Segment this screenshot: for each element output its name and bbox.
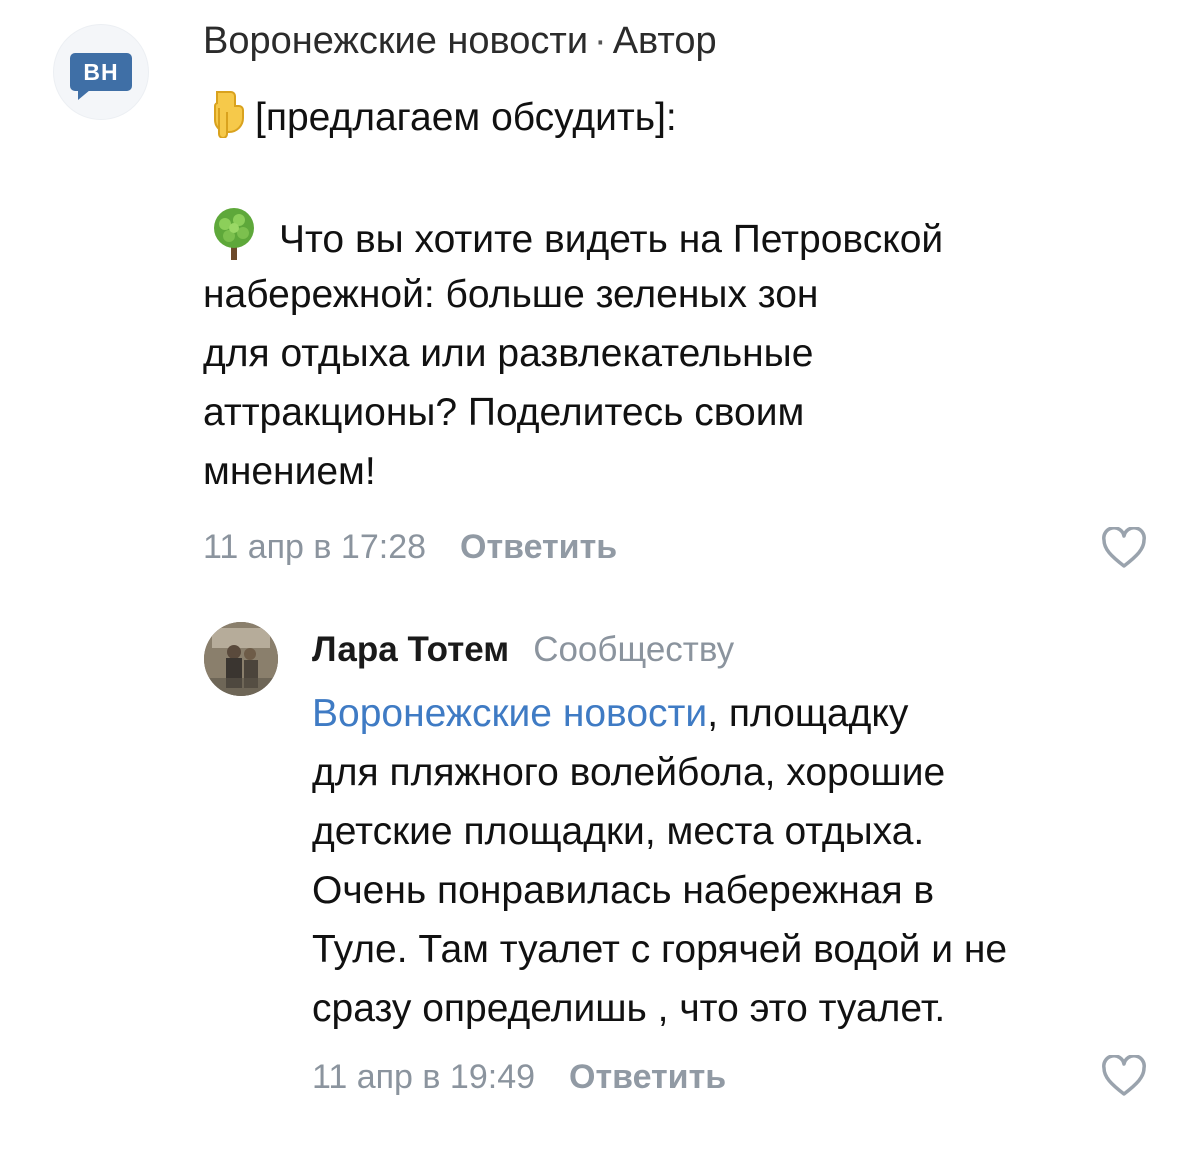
comment-text: Воронежские новости, площадку для пляжно… — [312, 684, 1172, 1038]
comment-line: сразу определишь , что это туалет. — [312, 987, 946, 1030]
comment-line: Туле. Там туалет с горячей водой и не — [312, 928, 1008, 971]
comment-line: аттракционы? Поделитесь своим — [203, 391, 805, 434]
author-name[interactable]: Лара Тотем — [312, 630, 509, 669]
author-name[interactable]: Воронежские новости — [203, 20, 588, 62]
comment-line: для отдыха или развлекательные — [203, 332, 814, 375]
comment-meta: 11 апр в 17:28 Ответить — [203, 528, 617, 567]
comment-header: Лара Тотем Сообществу — [312, 630, 734, 670]
heart-outline-icon[interactable] — [1101, 1054, 1147, 1097]
comment-line: , площадку — [707, 692, 909, 735]
community-logo: ВН — [70, 53, 132, 100]
header-separator: · — [594, 20, 607, 62]
comment-line: для пляжного волейбола, хорошие — [312, 751, 946, 794]
comment-line: [предлагаем обсудить]: — [255, 96, 677, 139]
reply-recipient: Сообществу — [533, 630, 735, 669]
heart-outline-icon[interactable] — [1101, 526, 1147, 569]
comment-timestamp: 11 апр в 19:49 — [312, 1058, 536, 1096]
comment-line: Очень понравилась набережная в — [312, 869, 935, 912]
comment-line: Что вы хотите видеть на Петровской — [279, 218, 944, 261]
tree-icon — [203, 206, 265, 260]
comment-line: мнением! — [203, 450, 376, 493]
comment-line: детские площадки, места отдыха. — [312, 810, 925, 853]
comment-timestamp: 11 апр в 17:28 — [203, 528, 427, 566]
mention-link[interactable]: Воронежские новости — [312, 692, 707, 735]
user-avatar[interactable] — [204, 622, 278, 696]
reply-button[interactable]: Ответить — [569, 1058, 726, 1096]
community-avatar[interactable]: ВН — [53, 24, 149, 120]
comment-header: Воронежские новости · Автор — [203, 20, 717, 63]
author-role: Автор — [612, 20, 717, 62]
comment-meta: 11 апр в 19:49 Ответить — [312, 1058, 726, 1097]
backhand-index-pointing-down-icon — [203, 88, 247, 139]
reply-button[interactable]: Ответить — [460, 528, 617, 566]
comment-line: набережной: больше зеленых зон — [203, 273, 819, 316]
comment-text: [предлагаем обсудить]: Что вы хотите вид… — [203, 88, 1143, 501]
